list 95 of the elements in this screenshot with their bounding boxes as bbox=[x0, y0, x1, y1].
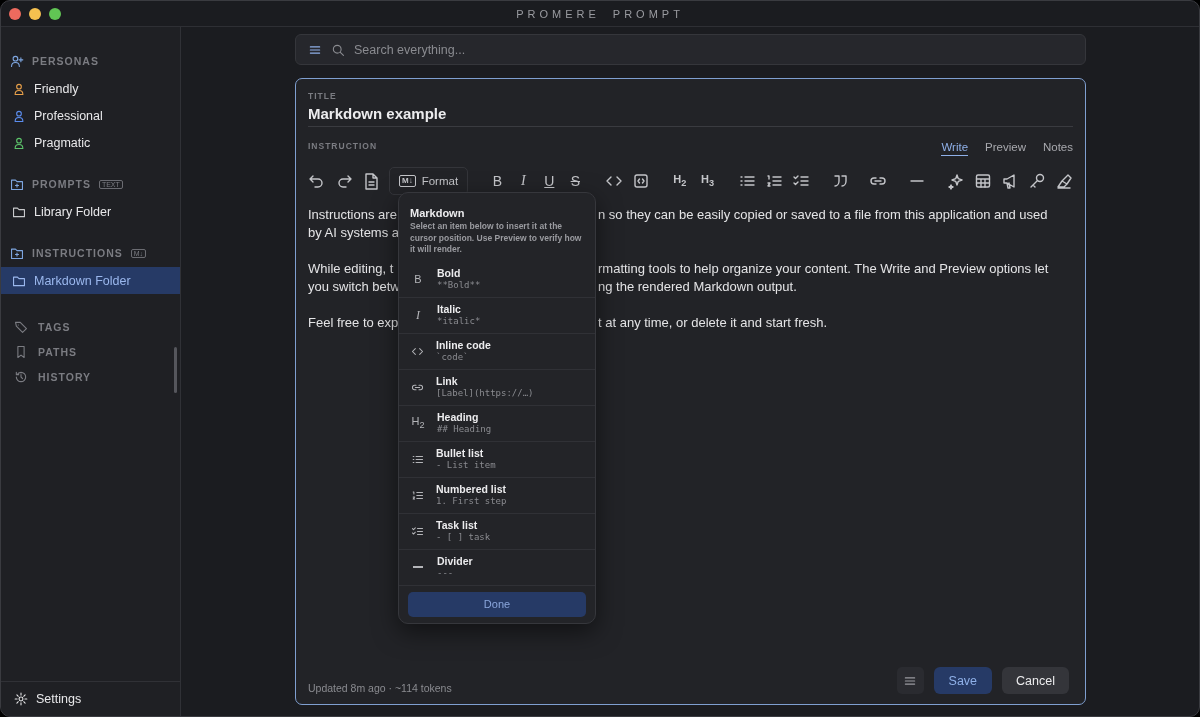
done-button[interactable]: Done bbox=[408, 591, 586, 617]
format-glyph-icon: I bbox=[411, 308, 425, 322]
option-label: Heading bbox=[437, 411, 480, 423]
option-syntax: 1. First step bbox=[436, 495, 507, 507]
markdown-option[interactable]: H$_{2}$ Heading ## Heading bbox=[399, 405, 595, 442]
status-text: Updated 8m ago · ~114 tokens bbox=[308, 680, 452, 694]
search-icon bbox=[331, 42, 345, 57]
sidebar-item[interactable]: Library Folder bbox=[1, 198, 180, 225]
option-syntax: `code` bbox=[436, 351, 470, 363]
section-heading: INSTRUCTIONS bbox=[32, 247, 123, 259]
instruction-text: Instructions are bbox=[308, 206, 398, 224]
heading-button[interactable]: H$_{3}$ bbox=[698, 173, 718, 189]
section-heading: PROMPTS bbox=[32, 178, 91, 190]
numbered-icon bbox=[411, 488, 424, 502]
format-glyph-icon: H$_{2}$ bbox=[411, 413, 425, 433]
option-label: Bold bbox=[437, 267, 462, 279]
zoom-window-button[interactable] bbox=[49, 8, 61, 20]
settings-icon bbox=[14, 692, 28, 706]
instruction-text: n so they can be easily copied or saved to a file from this application and used bbox=[598, 206, 1048, 224]
window-title: PROMERE PROMPT bbox=[516, 7, 684, 20]
cancel-button[interactable]: Cancel bbox=[1002, 667, 1069, 694]
folder-icon bbox=[12, 204, 26, 219]
title-field[interactable]: Markdown example bbox=[308, 101, 1073, 127]
markdown-option[interactable]: Bullet list - List item bbox=[399, 441, 595, 478]
history-icon bbox=[14, 369, 28, 384]
search-field[interactable]: Search everything... bbox=[295, 34, 1086, 65]
option-syntax: - [ ] task bbox=[436, 531, 491, 543]
format-style-button[interactable]: B bbox=[488, 173, 506, 189]
divider-icon bbox=[413, 566, 423, 568]
numbered-list-icon[interactable] bbox=[764, 172, 783, 190]
section-heading: PERSONAS bbox=[32, 55, 99, 67]
sidebar-link[interactable]: PATHS bbox=[1, 339, 180, 364]
markdown-option[interactable]: Task list - [ ] task bbox=[399, 513, 595, 550]
scrollbar[interactable] bbox=[174, 347, 177, 393]
menu-button[interactable] bbox=[896, 667, 924, 694]
highlighter-icon[interactable] bbox=[1054, 172, 1073, 190]
instruction-text: by AI systems a bbox=[308, 224, 398, 242]
person-plus-icon[interactable] bbox=[10, 54, 24, 68]
sidebar-item[interactable]: Markdown Folder bbox=[1, 267, 180, 294]
option-syntax: ## Heading bbox=[437, 423, 492, 435]
editor-tab[interactable]: Write bbox=[941, 141, 969, 156]
option-label: Inline code bbox=[436, 339, 491, 351]
sidebar-item[interactable]: Professional bbox=[1, 102, 180, 129]
markdown-option[interactable]: I Italic *italic* bbox=[399, 297, 595, 334]
option-label: Divider bbox=[437, 555, 473, 567]
format-style-button[interactable]: S bbox=[566, 173, 584, 189]
markdown-option[interactable]: Divider --- bbox=[399, 549, 595, 586]
option-label: Italic bbox=[437, 303, 462, 315]
editor-tab[interactable]: Preview bbox=[985, 141, 1026, 156]
option-label: Bullet list bbox=[436, 447, 485, 459]
code-block-icon[interactable] bbox=[631, 172, 650, 190]
instruction-text: ng the rendered Markdown output. bbox=[598, 278, 797, 296]
close-window-button[interactable] bbox=[9, 8, 21, 20]
field-label: INSTRUCTION bbox=[308, 141, 378, 151]
instruction-text: rmatting tools to help organize your content. The Write and Preview options let bbox=[598, 260, 1049, 278]
heading-button[interactable]: H$_{2}$ bbox=[670, 173, 690, 189]
sidebar-item[interactable]: Pragmatic bbox=[1, 129, 180, 156]
popup-title: Markdown bbox=[409, 206, 466, 221]
option-syntax: [Label](https://…) bbox=[436, 387, 534, 399]
markdown-option[interactable]: B Bold **Bold** bbox=[399, 261, 595, 298]
sparkle-icon[interactable] bbox=[946, 172, 965, 190]
search-field[interactable]: Search everything... bbox=[354, 42, 1073, 57]
settings-button[interactable]: Settings bbox=[1, 681, 180, 716]
instruction-text: t at any time, or delete it and start fresh. bbox=[598, 314, 828, 332]
sidebar-item[interactable]: Friendly bbox=[1, 75, 180, 102]
field-label: TITLE bbox=[308, 91, 337, 101]
document-icon[interactable] bbox=[362, 172, 380, 190]
option-syntax: **Bold** bbox=[437, 279, 481, 291]
markdown-option[interactable]: Link [Label](https://…) bbox=[399, 369, 595, 406]
option-syntax: *italic* bbox=[437, 315, 481, 327]
tag-icon bbox=[14, 319, 28, 334]
format-glyph-icon: B bbox=[411, 272, 425, 286]
option-label: Numbered list bbox=[436, 483, 507, 495]
format-style-button[interactable]: U bbox=[540, 173, 558, 189]
option-syntax: --- bbox=[437, 567, 455, 579]
instruction-text: Feel free to exp bbox=[308, 314, 398, 332]
option-syntax: - List item bbox=[436, 459, 496, 471]
option-label: Task list bbox=[436, 519, 479, 531]
folder-plus-icon[interactable] bbox=[10, 177, 24, 191]
sidebar-link[interactable]: HISTORY bbox=[1, 364, 180, 389]
instruction-text: While editing, t bbox=[308, 260, 395, 278]
sidebar-link[interactable]: TAGS bbox=[1, 314, 180, 339]
popup-description: Select an item below to insert it at the cursor position. Use Preview to verify how it will render. bbox=[409, 221, 583, 256]
format-style-button[interactable]: I bbox=[514, 173, 532, 189]
save-button[interactable]: Save bbox=[933, 667, 993, 694]
option-label: Link bbox=[436, 375, 459, 387]
bookmark-icon bbox=[14, 344, 28, 359]
task-icon bbox=[411, 524, 424, 538]
editor-tab[interactable]: Notes bbox=[1042, 141, 1073, 156]
folder-plus-icon[interactable] bbox=[10, 246, 24, 260]
table-icon[interactable] bbox=[973, 172, 992, 190]
markdown-option[interactable]: Numbered list 1. First step bbox=[399, 477, 595, 514]
markdown-option[interactable]: Inline code `code` bbox=[399, 333, 595, 370]
minimize-window-button[interactable] bbox=[29, 8, 41, 20]
folder-icon bbox=[12, 273, 26, 288]
